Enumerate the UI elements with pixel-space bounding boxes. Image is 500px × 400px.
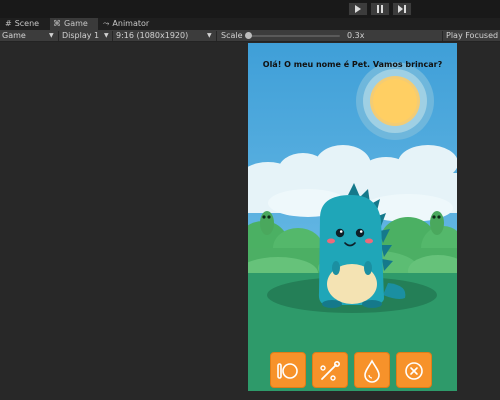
water-drop-icon: [364, 359, 380, 383]
cancel-circle-icon: [405, 362, 423, 380]
play-controls-bar: [0, 0, 500, 18]
scale-label: Scale: [221, 31, 243, 40]
feed-button[interactable]: [270, 352, 306, 388]
game-viewport[interactable]: Olá! O meu nome é Pet. Vamos brincar?: [248, 43, 457, 391]
game-controller-icon: ⌘: [53, 19, 61, 28]
sun-icon: [356, 62, 434, 140]
pause-button[interactable]: [370, 2, 390, 16]
view-mode-dropdown[interactable]: Game: [2, 30, 26, 42]
clean-button[interactable]: [312, 352, 348, 388]
aspect-chevron-down-icon: ▼: [207, 32, 212, 39]
display-chevron-down-icon: ▼: [104, 32, 109, 39]
water-button[interactable]: [354, 352, 390, 388]
tab-game-label: Game: [64, 19, 88, 28]
display-dropdown[interactable]: Display 1: [62, 30, 99, 42]
play-focused-dropdown[interactable]: Play Focused: [446, 30, 498, 42]
plate-icon: [277, 363, 298, 379]
tab-game[interactable]: ⌘ Game: [50, 18, 98, 30]
brush-icon: [320, 360, 340, 381]
tab-scene[interactable]: # Scene: [2, 18, 50, 30]
scale-slider-track[interactable]: [248, 35, 340, 37]
game-view-toolbar: Game ▼ Display 1 ▼ 9:16 (1080x1920) ▼ Sc…: [0, 30, 500, 42]
step-icon: [398, 5, 406, 13]
pet-greeting-text: Olá! O meu nome é Pet. Vamos brincar?: [262, 60, 443, 69]
aspect-dropdown[interactable]: 9:16 (1080x1920): [116, 30, 188, 42]
cancel-button[interactable]: [396, 352, 432, 388]
editor-tab-row: # Scene ⌘ Game ⤳ Animator: [0, 18, 500, 30]
tab-animator-label: Animator: [112, 19, 150, 28]
game-scene: [248, 43, 457, 391]
tab-scene-label: Scene: [14, 19, 40, 28]
scale-slider-handle[interactable]: [245, 32, 252, 39]
animator-icon: ⤳: [103, 19, 110, 28]
unity-editor-window: { "playbar": { "play_icon": "play-icon",…: [0, 0, 500, 400]
pause-icon: [377, 5, 383, 13]
bush-creature-right: [430, 211, 444, 235]
scene-grid-icon: #: [5, 19, 12, 28]
toolbar-divider: [216, 31, 217, 41]
toolbar-divider: [112, 31, 113, 41]
tab-animator[interactable]: ⤳ Animator: [100, 18, 160, 30]
view-mode-chevron-down-icon: ▼: [49, 32, 54, 39]
play-icon: [355, 5, 361, 13]
bush-creature-left: [260, 211, 274, 235]
step-button[interactable]: [392, 2, 412, 16]
toolbar-divider: [58, 31, 59, 41]
toolbar-divider: [442, 31, 443, 41]
scale-value: 0.3x: [347, 31, 365, 40]
play-button[interactable]: [348, 2, 368, 16]
